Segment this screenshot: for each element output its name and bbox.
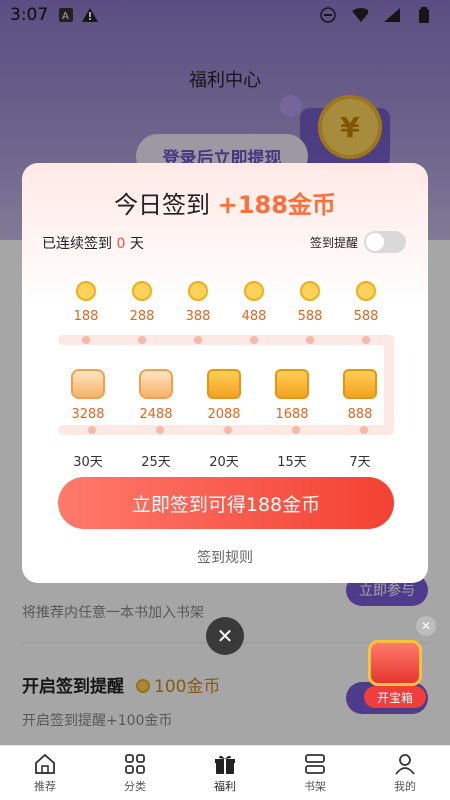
milestone-reward: 1688 [262,369,322,422]
progress-dot [292,426,300,434]
coin-icon [300,281,320,301]
red-envelope-icon [139,369,173,399]
progress-dot [360,426,368,434]
modal-bonus: +188金币 [217,191,336,219]
nav-label: 分类 [124,779,146,793]
streak-text: 已连续签到 0 天 [42,233,144,253]
nav-label: 我的 [394,779,416,793]
day-reward: 188 [56,281,116,324]
progress-track [58,335,394,345]
day-amount: 588 [297,309,323,324]
streak-prefix: 已连续签到 [42,236,112,252]
coin-icon [76,281,96,301]
bookshelf-icon [304,753,326,775]
close-icon: ✕ [216,624,234,648]
reminder-toggle[interactable] [364,231,406,253]
milestone-reward: 3288 [58,369,118,422]
sign-in-button[interactable]: 立即签到可得188金币 [58,477,394,529]
chest-close-button[interactable]: ✕ [416,616,436,636]
nav-label: 推荐 [34,779,56,793]
day-amount: 388 [185,309,211,324]
nav-bookshelf[interactable]: 书架 [270,746,360,800]
toggle-knob [366,233,384,251]
sign-in-rules-link[interactable]: 签到规则 [22,547,428,567]
milestone-day-label: 30天 [73,455,103,470]
day-amount: 588 [353,309,379,324]
treasure-chest-icon [368,640,422,686]
modal-title: 今日签到 +188金币 [22,185,428,220]
milestone-reward: 2488 [126,369,186,422]
nav-category[interactable]: 分类 [90,746,180,800]
streak-days: 0 [116,236,126,252]
progress-dot [362,336,370,344]
milestone-amount: 2088 [207,407,241,422]
nav-welfare[interactable]: 福利 [180,746,270,800]
milestone-day-label: 7天 [349,455,371,470]
coin-icon [244,281,264,301]
nav-profile[interactable]: 我的 [360,746,450,800]
reminder-label: 签到提醒 [309,235,358,250]
day-amount: 488 [241,309,267,324]
milestone-amount: 2488 [139,407,173,422]
bottom-nav: 推荐 分类 福利 书架 我的 [0,745,450,800]
progress-dot [306,336,314,344]
grid-icon [124,753,146,775]
coin-icon [188,281,208,301]
coin-stack-icon [207,369,241,399]
day-reward: 588 [336,281,396,324]
chest-label: 开宝箱 [364,686,426,708]
progress-dot [250,336,258,344]
milestone-day-label: 25天 [141,455,171,470]
milestone-day-label: 15天 [277,455,307,470]
gift-icon [214,753,236,775]
milestone-day-label: 20天 [209,455,239,470]
day-reward: 288 [112,281,172,324]
progress-dot [88,426,96,434]
streak-suffix: 天 [129,236,144,252]
day-reward: 388 [168,281,228,324]
treasure-chest-widget[interactable]: 开宝箱 [362,630,428,710]
coin-stack-icon [343,369,377,399]
person-icon [394,753,416,775]
milestone-amount: 888 [347,407,373,422]
progress-dot [82,336,90,344]
reminder-setting: 签到提醒 [310,231,406,253]
milestone-amount: 3288 [71,407,105,422]
close-icon: ✕ [420,619,432,633]
nav-label: 福利 [214,779,236,793]
signin-modal: 今日签到 +188金币 已连续签到 0 天 签到提醒 188 288 388 4… [22,163,428,583]
coin-stack-icon [275,369,309,399]
day-amount: 188 [73,309,99,324]
nav-recommend[interactable]: 推荐 [0,746,90,800]
milestone-reward: 888 [330,369,390,422]
home-icon [34,753,56,775]
milestone-reward: 2088 [194,369,254,422]
nav-label: 书架 [304,779,326,793]
progress-dot [194,336,202,344]
modal-title-text: 今日签到 [114,191,211,219]
progress-dot [138,336,146,344]
coin-icon [356,281,376,301]
day-amount: 288 [129,309,155,324]
progress-dot [156,426,164,434]
day-reward: 588 [280,281,340,324]
coin-icon [132,281,152,301]
day-reward: 488 [224,281,284,324]
red-envelope-icon [71,369,105,399]
milestone-amount: 1688 [275,407,309,422]
close-modal-button[interactable]: ✕ [206,617,244,655]
progress-dot [224,426,232,434]
